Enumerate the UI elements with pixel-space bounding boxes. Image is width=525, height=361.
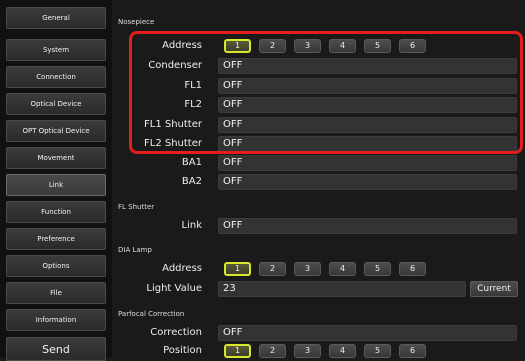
position-5-button[interactable]: 5 — [364, 344, 391, 358]
sidebar-item-link[interactable]: Link — [6, 174, 106, 196]
nosepiece-section-title: Nosepiece — [118, 18, 155, 26]
nosepiece-address-2-button[interactable]: 2 — [259, 39, 286, 53]
fl1-field[interactable]: OFF — [218, 78, 517, 94]
position-2-button[interactable]: 2 — [259, 344, 286, 358]
sidebar-item-preference[interactable]: Preference — [6, 228, 106, 250]
fl-shutter-link-label: Link — [181, 220, 202, 231]
dia-lamp-address-1-button[interactable]: 1 — [224, 262, 251, 276]
ba2-label: BA2 — [181, 176, 202, 187]
condenser-label: Condenser — [148, 60, 202, 71]
settings-panel: Nosepiece Address 1 2 3 4 5 6 Condenser … — [112, 0, 525, 358]
fl2-shutter-field[interactable]: OFF — [218, 136, 517, 152]
condenser-field[interactable]: OFF — [218, 58, 517, 74]
dia-lamp-address-2-button[interactable]: 2 — [259, 262, 286, 276]
fl2-field[interactable]: OFF — [218, 97, 517, 113]
sidebar-item-function[interactable]: Function — [6, 201, 106, 223]
position-label: Position — [163, 345, 202, 356]
nosepiece-address-label: Address — [162, 40, 202, 51]
send-button[interactable]: Send — [6, 337, 106, 361]
dia-lamp-address-3-button[interactable]: 3 — [294, 262, 321, 276]
fl-shutter-section-title: FL Shutter — [118, 203, 155, 211]
nosepiece-address-5-button[interactable]: 5 — [364, 39, 391, 53]
position-1-button[interactable]: 1 — [224, 344, 251, 358]
parfocal-section-title: Parfocal Correction — [118, 310, 185, 318]
nosepiece-address-3-button[interactable]: 3 — [294, 39, 321, 53]
correction-field[interactable]: OFF — [218, 325, 517, 341]
sidebar-item-general[interactable]: General — [6, 7, 106, 29]
dia-lamp-address-6-button[interactable]: 6 — [399, 262, 426, 276]
nosepiece-address-6-button[interactable]: 6 — [399, 39, 426, 53]
light-value-label: Light Value — [146, 283, 202, 294]
fl1-shutter-label: FL1 Shutter — [144, 119, 202, 130]
sidebar-item-information[interactable]: Information — [6, 309, 106, 331]
dia-lamp-address-label: Address — [162, 263, 202, 274]
sidebar-item-connection[interactable]: Connection — [6, 66, 106, 88]
sidebar-item-system[interactable]: System — [6, 39, 106, 61]
correction-label: Correction — [150, 327, 202, 338]
nosepiece-address-1-button[interactable]: 1 — [224, 39, 251, 53]
position-4-button[interactable]: 4 — [329, 344, 356, 358]
sidebar-item-opt-optical-device[interactable]: OPT Optical Device — [6, 120, 106, 142]
ba1-field[interactable]: OFF — [218, 155, 517, 171]
sidebar-item-file[interactable]: File — [6, 282, 106, 304]
dia-lamp-section-title: DIA Lamp — [118, 246, 152, 254]
fl2-shutter-label: FL2 Shutter — [144, 138, 202, 149]
fl1-shutter-field[interactable]: OFF — [218, 117, 517, 133]
ba1-label: BA1 — [181, 157, 202, 168]
dia-lamp-address-5-button[interactable]: 5 — [364, 262, 391, 276]
fl2-label: FL2 — [184, 99, 202, 110]
dia-lamp-address-4-button[interactable]: 4 — [329, 262, 356, 276]
nosepiece-address-4-button[interactable]: 4 — [329, 39, 356, 53]
light-value-field[interactable]: 23 — [218, 281, 466, 297]
fl-shutter-link-field[interactable]: OFF — [218, 218, 517, 234]
current-button[interactable]: Current — [470, 281, 518, 297]
position-3-button[interactable]: 3 — [294, 344, 321, 358]
sidebar-item-options[interactable]: Options — [6, 255, 106, 277]
ba2-field[interactable]: OFF — [218, 174, 517, 190]
sidebar: General System Connection Optical Device… — [0, 0, 112, 361]
sidebar-item-movement[interactable]: Movement — [6, 147, 106, 169]
sidebar-item-optical-device[interactable]: Optical Device — [6, 93, 106, 115]
fl1-label: FL1 — [184, 80, 202, 91]
position-6-button[interactable]: 6 — [399, 344, 426, 358]
